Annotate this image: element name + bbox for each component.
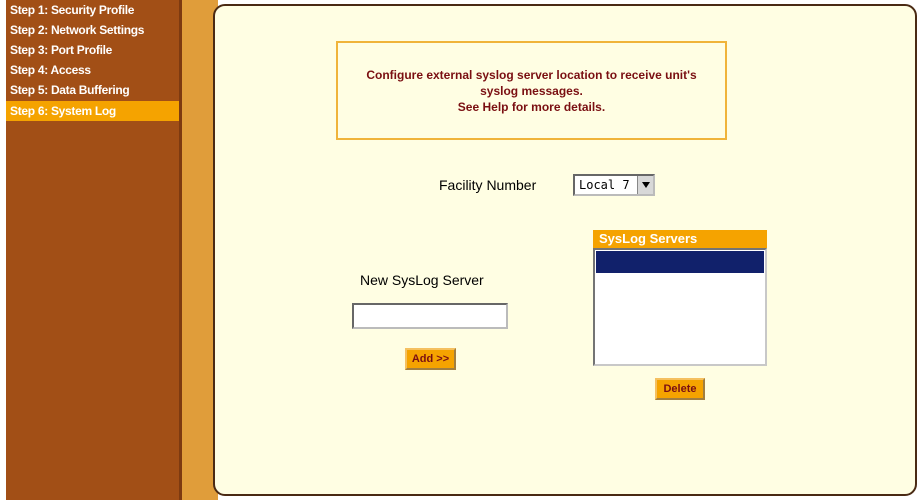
facility-number-select[interactable]: Local 7 — [573, 174, 655, 196]
nav-item-access[interactable]: Step 4: Access — [6, 60, 179, 80]
info-line-3: See Help for more details. — [457, 99, 606, 114]
list-item-selected[interactable] — [596, 251, 764, 273]
facility-number-value: Local 7 — [579, 178, 630, 192]
syslog-servers-header: SysLog Servers — [593, 230, 767, 248]
wizard-nav: Step 1: Security Profile Step 2: Network… — [6, 0, 179, 500]
info-line-2: syslog messages. — [480, 83, 583, 98]
nav-item-system-log[interactable]: Step 6: System Log — [6, 101, 179, 121]
add-button[interactable]: Add >> — [405, 348, 456, 370]
info-box: Configure external syslog server locatio… — [336, 41, 727, 140]
nav-item-data-buffering[interactable]: Step 5: Data Buffering — [6, 80, 179, 100]
new-syslog-server-label: New SysLog Server — [360, 272, 484, 288]
syslog-servers-list[interactable] — [593, 248, 767, 366]
facility-number-label: Facility Number — [439, 177, 537, 193]
info-line-1: Configure external syslog server locatio… — [366, 67, 697, 82]
new-syslog-server-input[interactable] — [352, 303, 508, 329]
nav-item-network-settings[interactable]: Step 2: Network Settings — [6, 20, 179, 40]
chevron-down-icon[interactable] — [637, 176, 653, 194]
delete-button[interactable]: Delete — [655, 378, 705, 400]
nav-item-port-profile[interactable]: Step 3: Port Profile — [6, 40, 179, 60]
nav-item-security-profile[interactable]: Step 1: Security Profile — [6, 0, 179, 20]
main-panel: Configure external syslog server locatio… — [213, 4, 917, 496]
